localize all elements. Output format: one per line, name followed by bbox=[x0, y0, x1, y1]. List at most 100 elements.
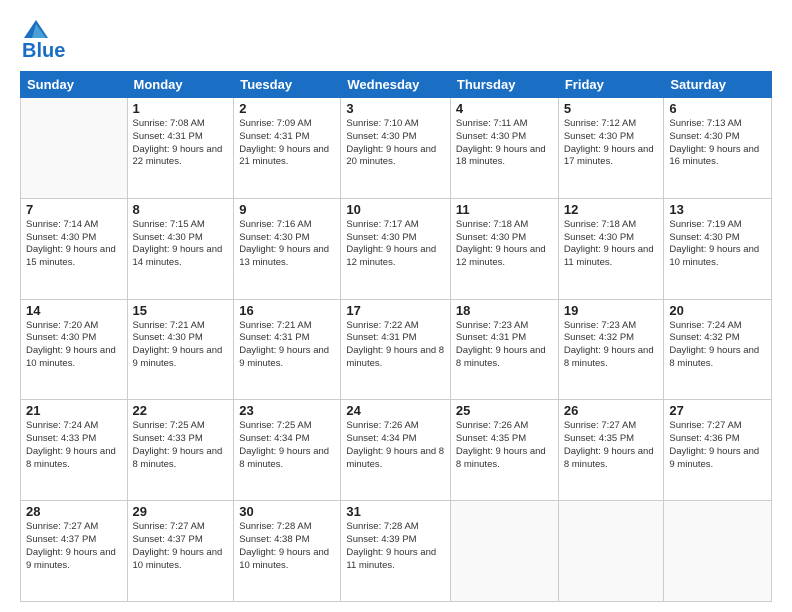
calendar-cell: 29 Sunrise: 7:27 AMSunset: 4:37 PMDayligh… bbox=[127, 501, 234, 602]
day-info: Sunrise: 7:27 AMSunset: 4:37 PMDaylight:… bbox=[133, 521, 229, 572]
day-number: 25 bbox=[456, 403, 553, 418]
logo-area: Blue bbox=[20, 16, 65, 63]
calendar-cell: 12 Sunrise: 7:18 AMSunset: 4:30 PMDayligh… bbox=[558, 198, 664, 299]
calendar-cell: 15 Sunrise: 7:21 AMSunset: 4:30 PMDayligh… bbox=[127, 299, 234, 400]
day-info: Sunrise: 7:21 AMSunset: 4:31 PMDaylight:… bbox=[239, 320, 335, 371]
calendar-cell: 4 Sunrise: 7:11 AMSunset: 4:30 PMDaylight… bbox=[450, 98, 558, 199]
day-info: Sunrise: 7:23 AMSunset: 4:31 PMDaylight:… bbox=[456, 320, 553, 371]
calendar-cell: 18 Sunrise: 7:23 AMSunset: 4:31 PMDayligh… bbox=[450, 299, 558, 400]
col-monday: Monday bbox=[127, 72, 234, 98]
day-number: 5 bbox=[564, 101, 659, 116]
day-number: 1 bbox=[133, 101, 229, 116]
day-info: Sunrise: 7:20 AMSunset: 4:30 PMDaylight:… bbox=[26, 320, 122, 371]
day-info: Sunrise: 7:08 AMSunset: 4:31 PMDaylight:… bbox=[133, 118, 229, 169]
day-info: Sunrise: 7:27 AMSunset: 4:36 PMDaylight:… bbox=[669, 420, 766, 471]
calendar-cell: 9Sunrise: 7:16 AMSunset: 4:30 PMDaylight… bbox=[234, 198, 341, 299]
day-info: Sunrise: 7:11 AMSunset: 4:30 PMDaylight:… bbox=[456, 118, 553, 169]
calendar-week-row: 7Sunrise: 7:14 AMSunset: 4:30 PMDaylight… bbox=[21, 198, 772, 299]
calendar-cell bbox=[21, 98, 128, 199]
calendar-week-row: 14Sunrise: 7:20 AMSunset: 4:30 PMDayligh… bbox=[21, 299, 772, 400]
day-info: Sunrise: 7:26 AMSunset: 4:34 PMDaylight:… bbox=[346, 420, 445, 471]
day-info: Sunrise: 7:09 AMSunset: 4:31 PMDaylight:… bbox=[239, 118, 335, 169]
day-info: Sunrise: 7:19 AMSunset: 4:30 PMDaylight:… bbox=[669, 219, 766, 270]
calendar-week-row: 21Sunrise: 7:24 AMSunset: 4:33 PMDayligh… bbox=[21, 400, 772, 501]
day-number: 8 bbox=[133, 202, 229, 217]
day-number: 31 bbox=[346, 504, 445, 519]
calendar-cell: 24 Sunrise: 7:26 AMSunset: 4:34 PMDayligh… bbox=[341, 400, 451, 501]
day-info: Sunrise: 7:17 AMSunset: 4:30 PMDaylight:… bbox=[346, 219, 445, 270]
day-number: 2 bbox=[239, 101, 335, 116]
day-info: Sunrise: 7:26 AMSunset: 4:35 PMDaylight:… bbox=[456, 420, 553, 471]
day-info: Sunrise: 7:15 AMSunset: 4:30 PMDaylight:… bbox=[133, 219, 229, 270]
calendar-cell: 7Sunrise: 7:14 AMSunset: 4:30 PMDaylight… bbox=[21, 198, 128, 299]
calendar-cell: 25 Sunrise: 7:26 AMSunset: 4:35 PMDayligh… bbox=[450, 400, 558, 501]
calendar-table: Sunday Monday Tuesday Wednesday Thursday… bbox=[20, 71, 772, 602]
day-info: Sunrise: 7:21 AMSunset: 4:30 PMDaylight:… bbox=[133, 320, 229, 371]
day-number: 3 bbox=[346, 101, 445, 116]
day-info: Sunrise: 7:22 AMSunset: 4:31 PMDaylight:… bbox=[346, 320, 445, 371]
page: Blue Sunday Monday Tuesday Wednesday Thu… bbox=[0, 0, 792, 612]
day-number: 11 bbox=[456, 202, 553, 217]
day-info: Sunrise: 7:25 AMSunset: 4:34 PMDaylight:… bbox=[239, 420, 335, 471]
calendar-cell: 13Sunrise: 7:19 AMSunset: 4:30 PMDayligh… bbox=[664, 198, 772, 299]
day-number: 19 bbox=[564, 303, 659, 318]
day-number: 29 bbox=[133, 504, 229, 519]
day-info: Sunrise: 7:24 AMSunset: 4:33 PMDaylight:… bbox=[26, 420, 122, 471]
day-info: Sunrise: 7:28 AMSunset: 4:39 PMDaylight:… bbox=[346, 521, 445, 572]
calendar-cell: 1 Sunrise: 7:08 AMSunset: 4:31 PMDaylight… bbox=[127, 98, 234, 199]
calendar-week-row: 28Sunrise: 7:27 AMSunset: 4:37 PMDayligh… bbox=[21, 501, 772, 602]
day-number: 10 bbox=[346, 202, 445, 217]
day-info: Sunrise: 7:25 AMSunset: 4:33 PMDaylight:… bbox=[133, 420, 229, 471]
calendar-cell: 14Sunrise: 7:20 AMSunset: 4:30 PMDayligh… bbox=[21, 299, 128, 400]
calendar-cell: 26 Sunrise: 7:27 AMSunset: 4:35 PMDayligh… bbox=[558, 400, 664, 501]
calendar-cell bbox=[450, 501, 558, 602]
day-number: 18 bbox=[456, 303, 553, 318]
calendar-cell: 5 Sunrise: 7:12 AMSunset: 4:30 PMDaylight… bbox=[558, 98, 664, 199]
day-number: 15 bbox=[133, 303, 229, 318]
day-number: 26 bbox=[564, 403, 659, 418]
calendar-cell: 2 Sunrise: 7:09 AMSunset: 4:31 PMDaylight… bbox=[234, 98, 341, 199]
calendar-cell: 22 Sunrise: 7:25 AMSunset: 4:33 PMDayligh… bbox=[127, 400, 234, 501]
day-info: Sunrise: 7:14 AMSunset: 4:30 PMDaylight:… bbox=[26, 219, 122, 270]
day-info: Sunrise: 7:10 AMSunset: 4:30 PMDaylight:… bbox=[346, 118, 445, 169]
calendar-cell bbox=[664, 501, 772, 602]
calendar-cell: 31 Sunrise: 7:28 AMSunset: 4:39 PMDayligh… bbox=[341, 501, 451, 602]
day-info: Sunrise: 7:12 AMSunset: 4:30 PMDaylight:… bbox=[564, 118, 659, 169]
day-number: 12 bbox=[564, 202, 659, 217]
calendar-cell: 21Sunrise: 7:24 AMSunset: 4:33 PMDayligh… bbox=[21, 400, 128, 501]
day-number: 24 bbox=[346, 403, 445, 418]
calendar-week-row: 1 Sunrise: 7:08 AMSunset: 4:31 PMDaylight… bbox=[21, 98, 772, 199]
day-info: Sunrise: 7:18 AMSunset: 4:30 PMDaylight:… bbox=[456, 219, 553, 270]
day-number: 22 bbox=[133, 403, 229, 418]
calendar-cell: 17 Sunrise: 7:22 AMSunset: 4:31 PMDayligh… bbox=[341, 299, 451, 400]
day-number: 23 bbox=[239, 403, 335, 418]
day-number: 27 bbox=[669, 403, 766, 418]
calendar-cell: 10 Sunrise: 7:17 AMSunset: 4:30 PMDayligh… bbox=[341, 198, 451, 299]
calendar-cell: 3 Sunrise: 7:10 AMSunset: 4:30 PMDaylight… bbox=[341, 98, 451, 199]
calendar-cell: 28Sunrise: 7:27 AMSunset: 4:37 PMDayligh… bbox=[21, 501, 128, 602]
logo-blue-text: Blue bbox=[22, 40, 65, 63]
day-number: 4 bbox=[456, 101, 553, 116]
col-tuesday: Tuesday bbox=[234, 72, 341, 98]
col-wednesday: Wednesday bbox=[341, 72, 451, 98]
col-saturday: Saturday bbox=[664, 72, 772, 98]
calendar-cell: 6Sunrise: 7:13 AMSunset: 4:30 PMDaylight… bbox=[664, 98, 772, 199]
day-number: 20 bbox=[669, 303, 766, 318]
day-number: 6 bbox=[669, 101, 766, 116]
day-number: 17 bbox=[346, 303, 445, 318]
calendar-cell: 23 Sunrise: 7:25 AMSunset: 4:34 PMDayligh… bbox=[234, 400, 341, 501]
calendar-cell: 8 Sunrise: 7:15 AMSunset: 4:30 PMDaylight… bbox=[127, 198, 234, 299]
day-number: 30 bbox=[239, 504, 335, 519]
calendar-cell: 11 Sunrise: 7:18 AMSunset: 4:30 PMDayligh… bbox=[450, 198, 558, 299]
day-info: Sunrise: 7:18 AMSunset: 4:30 PMDaylight:… bbox=[564, 219, 659, 270]
calendar-cell bbox=[558, 501, 664, 602]
day-info: Sunrise: 7:27 AMSunset: 4:37 PMDaylight:… bbox=[26, 521, 122, 572]
day-info: Sunrise: 7:23 AMSunset: 4:32 PMDaylight:… bbox=[564, 320, 659, 371]
day-info: Sunrise: 7:24 AMSunset: 4:32 PMDaylight:… bbox=[669, 320, 766, 371]
calendar-cell: 19 Sunrise: 7:23 AMSunset: 4:32 PMDayligh… bbox=[558, 299, 664, 400]
col-friday: Friday bbox=[558, 72, 664, 98]
day-info: Sunrise: 7:27 AMSunset: 4:35 PMDaylight:… bbox=[564, 420, 659, 471]
day-number: 16 bbox=[239, 303, 335, 318]
day-number: 9 bbox=[239, 202, 335, 217]
calendar-header-row: Sunday Monday Tuesday Wednesday Thursday… bbox=[21, 72, 772, 98]
